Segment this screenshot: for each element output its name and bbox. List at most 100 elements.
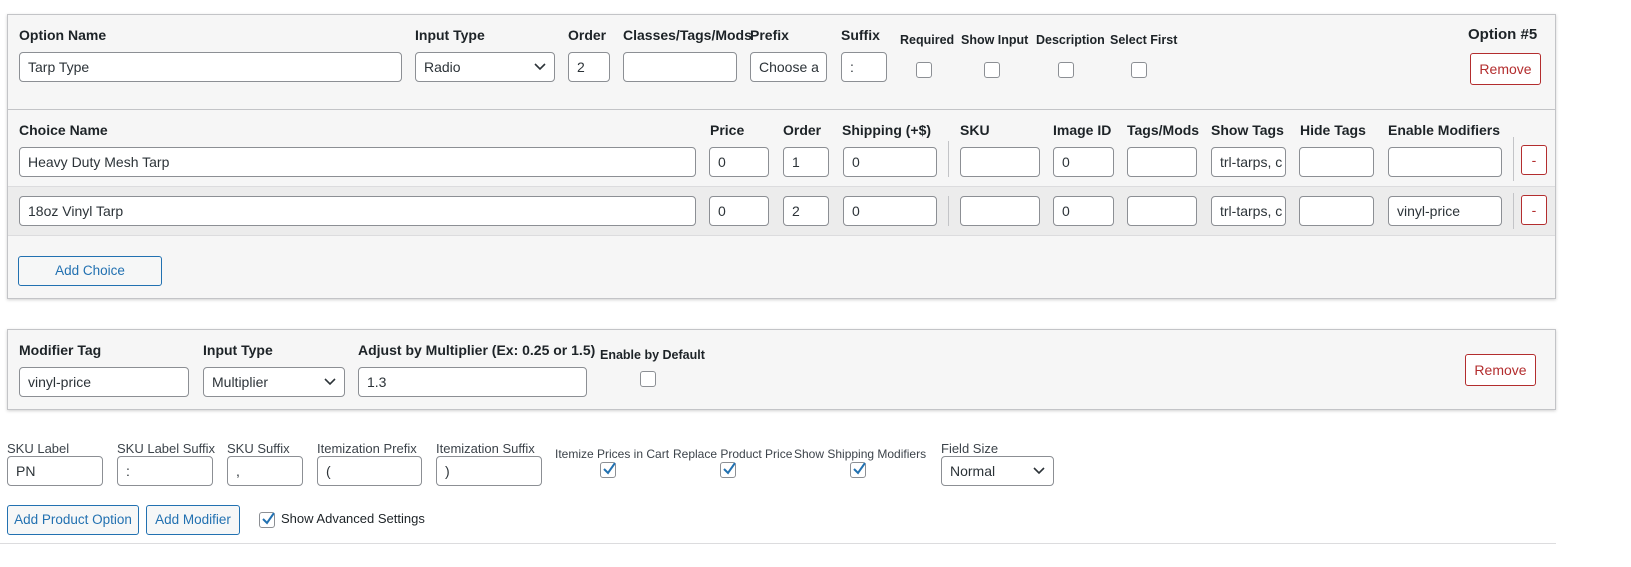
checkmark-icon — [262, 512, 275, 525]
choice-name-input[interactable]: 18oz Vinyl Tarp — [19, 196, 696, 226]
add-modifier-button[interactable]: Add Modifier — [146, 505, 240, 535]
choice-image-id-input[interactable]: 0 — [1053, 196, 1114, 226]
replace-price-label: Replace Product Price — [673, 447, 793, 461]
select-first-header: Select First — [1110, 33, 1178, 47]
row-separator — [1513, 193, 1514, 229]
chevron-down-icon — [1033, 467, 1045, 475]
sku-label-suffix-input[interactable]: : — [117, 456, 213, 486]
show-advanced-checkbox[interactable] — [259, 512, 275, 528]
description-header: Description — [1036, 33, 1105, 47]
remove-choice-button[interactable]: - — [1521, 195, 1547, 225]
choice-shipping-input[interactable]: 0 — [843, 196, 937, 226]
required-header: Required — [900, 33, 955, 47]
adjust-multiplier-input[interactable]: 1.3 — [358, 367, 587, 397]
choice-show-tags-input[interactable]: trl-tarps, c — [1211, 147, 1286, 177]
sku-suffix-label: SKU Suffix — [227, 441, 290, 456]
modifier-input-type-header: Input Type — [203, 342, 273, 358]
replace-price-checkbox[interactable] — [720, 462, 736, 478]
option-panel: Option Name Input Type Order Classes/Tag… — [7, 14, 1556, 299]
classes-header: Classes/Tags/Mods — [623, 27, 752, 43]
show-input-checkbox[interactable] — [984, 62, 1000, 78]
choice-name-input[interactable]: Heavy Duty Mesh Tarp — [19, 147, 696, 177]
choice-price-input[interactable]: 0 — [709, 196, 769, 226]
choice-hide-tags-input[interactable] — [1299, 147, 1374, 177]
choice-order-input[interactable]: 1 — [783, 147, 829, 177]
choice-row: 18oz Vinyl Tarp 0 2 0 0 trl-tarps, c vin… — [8, 186, 1555, 236]
image-id-header: Image ID — [1053, 122, 1112, 138]
sku-header: SKU — [960, 122, 990, 138]
required-checkbox[interactable] — [916, 62, 932, 78]
sku-label-label: SKU Label — [7, 441, 70, 456]
bottom-divider — [0, 543, 1556, 544]
choice-name-header: Choice Name — [19, 122, 108, 138]
sku-label-input[interactable]: PN — [7, 456, 103, 486]
suffix-input[interactable]: : — [841, 52, 887, 82]
option-divider — [8, 109, 1555, 110]
price-header: Price — [710, 122, 745, 138]
adjust-multiplier-header: Adjust by Multiplier (Ex: 0.25 or 1.5) — [358, 342, 596, 358]
choice-row: Heavy Duty Mesh Tarp 0 1 0 0 trl-tarps, … — [8, 137, 1555, 185]
show-shipping-label: Show Shipping Modifiers — [794, 447, 927, 461]
choice-image-id-input[interactable]: 0 — [1053, 147, 1114, 177]
itemize-prices-checkbox[interactable] — [600, 462, 616, 478]
checkmark-icon — [603, 462, 616, 475]
modifier-tag-input[interactable]: vinyl-price — [19, 367, 189, 397]
modifier-input-type-select[interactable]: Multiplier — [203, 367, 345, 397]
choice-shipping-input[interactable]: 0 — [843, 147, 937, 177]
choice-enable-modifiers-input[interactable] — [1388, 147, 1502, 177]
itemization-prefix-label: Itemization Prefix — [317, 441, 417, 456]
choice-enable-modifiers-input[interactable]: vinyl-price — [1388, 196, 1502, 226]
show-input-header: Show Input — [961, 33, 1029, 47]
choice-sku-input[interactable] — [960, 147, 1040, 177]
choice-sku-input[interactable] — [960, 196, 1040, 226]
tags-mods-header: Tags/Mods — [1127, 122, 1200, 138]
modifier-panel: Modifier Tag Input Type Adjust by Multip… — [7, 329, 1556, 410]
checkmark-icon — [723, 462, 736, 475]
show-shipping-checkbox[interactable] — [850, 462, 866, 478]
shipping-header: Shipping (+$) — [842, 122, 932, 138]
field-size-select[interactable]: Normal — [941, 456, 1054, 486]
checkmark-icon — [853, 462, 866, 475]
choice-price-input[interactable]: 0 — [709, 147, 769, 177]
modifier-input-type-value: Multiplier — [212, 374, 269, 390]
remove-modifier-button[interactable]: Remove — [1465, 354, 1536, 386]
choice-show-tags-input[interactable]: trl-tarps, c — [1211, 196, 1286, 226]
row-separator — [1513, 137, 1514, 181]
row-separator — [948, 141, 949, 177]
classes-input[interactable] — [623, 52, 737, 82]
prefix-input[interactable]: Choose a — [750, 52, 827, 82]
option-number-title: Option #5 — [1468, 26, 1538, 43]
choice-tags-mods-input[interactable] — [1127, 196, 1197, 226]
input-type-value: Radio — [424, 59, 461, 75]
modifier-tag-header: Modifier Tag — [19, 342, 102, 358]
order-input[interactable]: 2 — [568, 52, 610, 82]
input-type-header: Input Type — [415, 27, 485, 43]
remove-choice-button[interactable]: - — [1521, 145, 1547, 175]
remove-option-button[interactable]: Remove — [1470, 53, 1541, 85]
choice-hide-tags-input[interactable] — [1299, 196, 1374, 226]
itemization-prefix-input[interactable]: ( — [317, 456, 422, 486]
choice-tags-mods-input[interactable] — [1127, 147, 1197, 177]
enable-default-checkbox[interactable] — [640, 371, 656, 387]
choice-order-input[interactable]: 2 — [783, 196, 829, 226]
option-name-input[interactable]: Tarp Type — [19, 52, 402, 82]
itemize-prices-label: Itemize Prices in Cart — [555, 447, 670, 461]
enable-default-header: Enable by Default — [600, 348, 705, 362]
enable-modifiers-header: Enable Modifiers — [1388, 122, 1501, 138]
show-tags-header: Show Tags — [1211, 122, 1284, 138]
show-advanced-label: Show Advanced Settings — [281, 511, 425, 526]
select-first-checkbox[interactable] — [1131, 62, 1147, 78]
suffix-header: Suffix — [841, 27, 880, 43]
chevron-down-icon — [324, 378, 336, 386]
prefix-header: Prefix — [750, 27, 789, 43]
itemization-suffix-input[interactable]: ) — [436, 456, 542, 486]
option-name-header: Option Name — [19, 27, 107, 43]
order-header: Order — [568, 27, 607, 43]
chevron-down-icon — [534, 63, 546, 71]
add-product-option-button[interactable]: Add Product Option — [7, 505, 139, 535]
description-checkbox[interactable] — [1058, 62, 1074, 78]
choice-order-header: Order — [783, 122, 822, 138]
sku-suffix-input[interactable]: , — [227, 456, 303, 486]
input-type-select[interactable]: Radio — [415, 52, 555, 82]
add-choice-button[interactable]: Add Choice — [18, 256, 162, 286]
